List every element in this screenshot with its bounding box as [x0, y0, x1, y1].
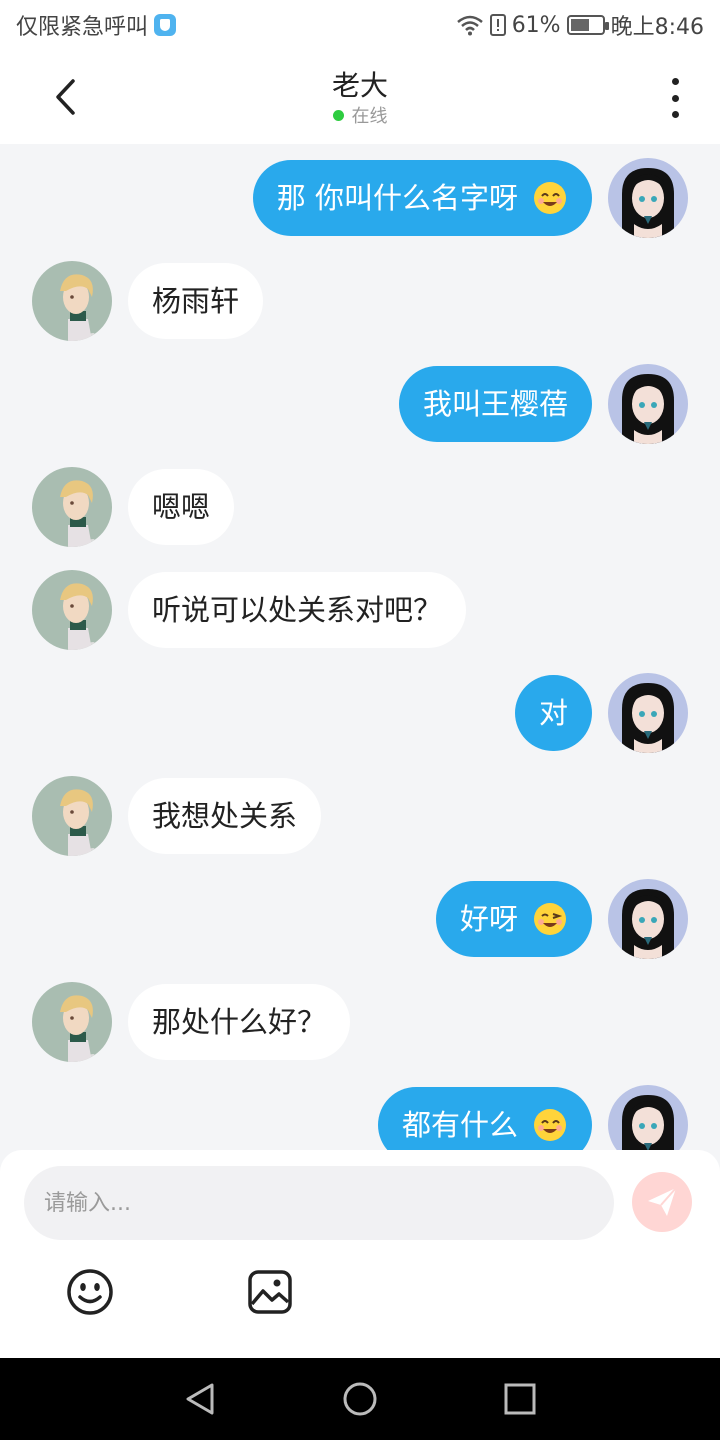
- battery-percent: 61%: [511, 12, 561, 38]
- emoji-icon: [67, 1269, 113, 1315]
- avatar[interactable]: [32, 570, 112, 650]
- avatar[interactable]: [32, 982, 112, 1062]
- online-dot-icon: [332, 109, 344, 121]
- clock: 晚上8:46: [610, 15, 704, 40]
- avatar[interactable]: [608, 364, 688, 444]
- contact-name: 老大: [331, 69, 388, 102]
- message-text: 我叫王樱蓓: [422, 387, 568, 421]
- wink-emoji-icon: [534, 903, 566, 935]
- message-text: 我想处关系: [152, 799, 298, 833]
- status-bar: 仅限紧急呼叫 61% 晚上8:46: [0, 0, 720, 50]
- send-icon: [648, 1187, 677, 1216]
- message-list[interactable]: 那 你叫什么名字呀杨雨轩我叫王樱蓓嗯嗯听说可以处关系对吧？ 对我想处关系好呀那处什…: [0, 144, 720, 1150]
- wifi-icon: [456, 15, 483, 36]
- message-text: 听说可以处关系对吧？: [152, 593, 443, 627]
- message-text: 都有什么: [401, 1108, 518, 1142]
- message-text: 对: [538, 696, 568, 730]
- online-status-label: 在线: [351, 106, 388, 127]
- smile-emoji-icon: [534, 182, 566, 214]
- shield-icon: [154, 14, 177, 36]
- back-triangle-icon[interactable]: [180, 1379, 220, 1419]
- message-bubble[interactable]: 都有什么: [377, 1087, 592, 1150]
- composer-panel: [0, 1150, 720, 1358]
- image-button[interactable]: [246, 1268, 296, 1318]
- message-bubble[interactable]: 我叫王樱蓓: [398, 366, 592, 442]
- avatar[interactable]: [608, 1085, 688, 1150]
- more-button[interactable]: [660, 78, 690, 118]
- send-button[interactable]: [632, 1172, 692, 1232]
- chat-header: 老大 在线: [0, 50, 720, 144]
- message-text: 好呀: [459, 902, 518, 936]
- sim-icon: [489, 14, 506, 36]
- message-input-box[interactable]: [24, 1166, 614, 1240]
- avatar[interactable]: [608, 879, 688, 959]
- smile-emoji-icon: [534, 1109, 566, 1141]
- message-bubble[interactable]: 那 你叫什么名字呀: [252, 160, 592, 236]
- carrier-text: 仅限紧急呼叫: [16, 15, 149, 40]
- home-circle-icon[interactable]: [340, 1379, 380, 1419]
- avatar[interactable]: [32, 776, 112, 856]
- system-navbar: [0, 1358, 720, 1440]
- message-bubble[interactable]: 好呀: [435, 881, 592, 957]
- message-bubble[interactable]: 杨雨轩: [128, 263, 264, 339]
- battery-icon: [566, 15, 609, 35]
- status-left: 仅限紧急呼叫: [16, 9, 177, 41]
- avatar[interactable]: [608, 158, 688, 238]
- message-input[interactable]: [24, 1166, 614, 1240]
- message-bubble[interactable]: 我想处关系: [128, 778, 322, 854]
- message-bubble[interactable]: 听说可以处关系对吧？: [128, 572, 467, 648]
- more-vertical-icon: [671, 78, 679, 85]
- message-bubble[interactable]: 那处什么好？: [128, 984, 351, 1060]
- online-status: 在线: [0, 102, 720, 128]
- recents-square-icon[interactable]: [500, 1379, 540, 1419]
- message-text: 那处什么好？: [152, 1005, 327, 1039]
- message-bubble[interactable]: 嗯嗯: [128, 469, 235, 545]
- message-text: 杨雨轩: [152, 284, 240, 318]
- avatar[interactable]: [32, 261, 112, 341]
- message-text: 嗯嗯: [152, 490, 211, 524]
- message-bubble[interactable]: 对: [514, 675, 592, 751]
- status-right: 61% 晚上8:46: [456, 9, 704, 41]
- message-text: 那 你叫什么名字呀: [276, 181, 518, 215]
- emoji-button[interactable]: [66, 1268, 116, 1318]
- image-icon: [248, 1270, 292, 1314]
- avatar[interactable]: [608, 673, 688, 753]
- avatar[interactable]: [32, 467, 112, 547]
